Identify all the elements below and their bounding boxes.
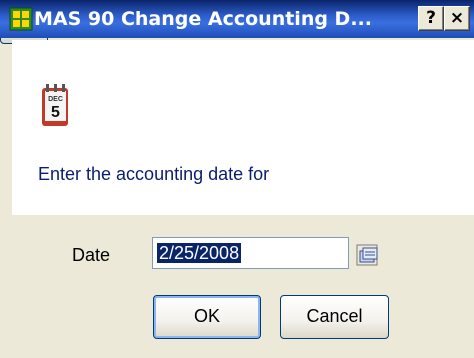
calendar-lookup-icon[interactable]: [356, 244, 378, 266]
date-value: 2/25/2008: [157, 243, 242, 263]
dialog-window: MAS 90 Change Accounting D... ? × DEC 5 …: [0, 0, 474, 358]
calendar-month-label: DEC: [48, 96, 63, 103]
date-field[interactable]: 2/25/2008: [152, 237, 349, 269]
cancel-button[interactable]: Cancel: [280, 295, 389, 339]
content-panel: [12, 40, 474, 215]
calendar-icon: DEC 5: [42, 84, 68, 126]
date-label: Date: [72, 245, 111, 265]
titlebar-help-button[interactable]: ?: [418, 6, 444, 31]
app-icon: [9, 7, 33, 31]
ok-button[interactable]: OK: [153, 295, 261, 339]
window-title: MAS 90 Change Accounting D...: [34, 8, 372, 30]
calendar-day-label: 5: [51, 104, 60, 121]
prompt-text: Enter the accounting date for: [38, 164, 270, 184]
titlebar-close-button[interactable]: ×: [444, 6, 470, 31]
title-bar[interactable]: MAS 90 Change Accounting D... ? ×: [0, 0, 474, 38]
